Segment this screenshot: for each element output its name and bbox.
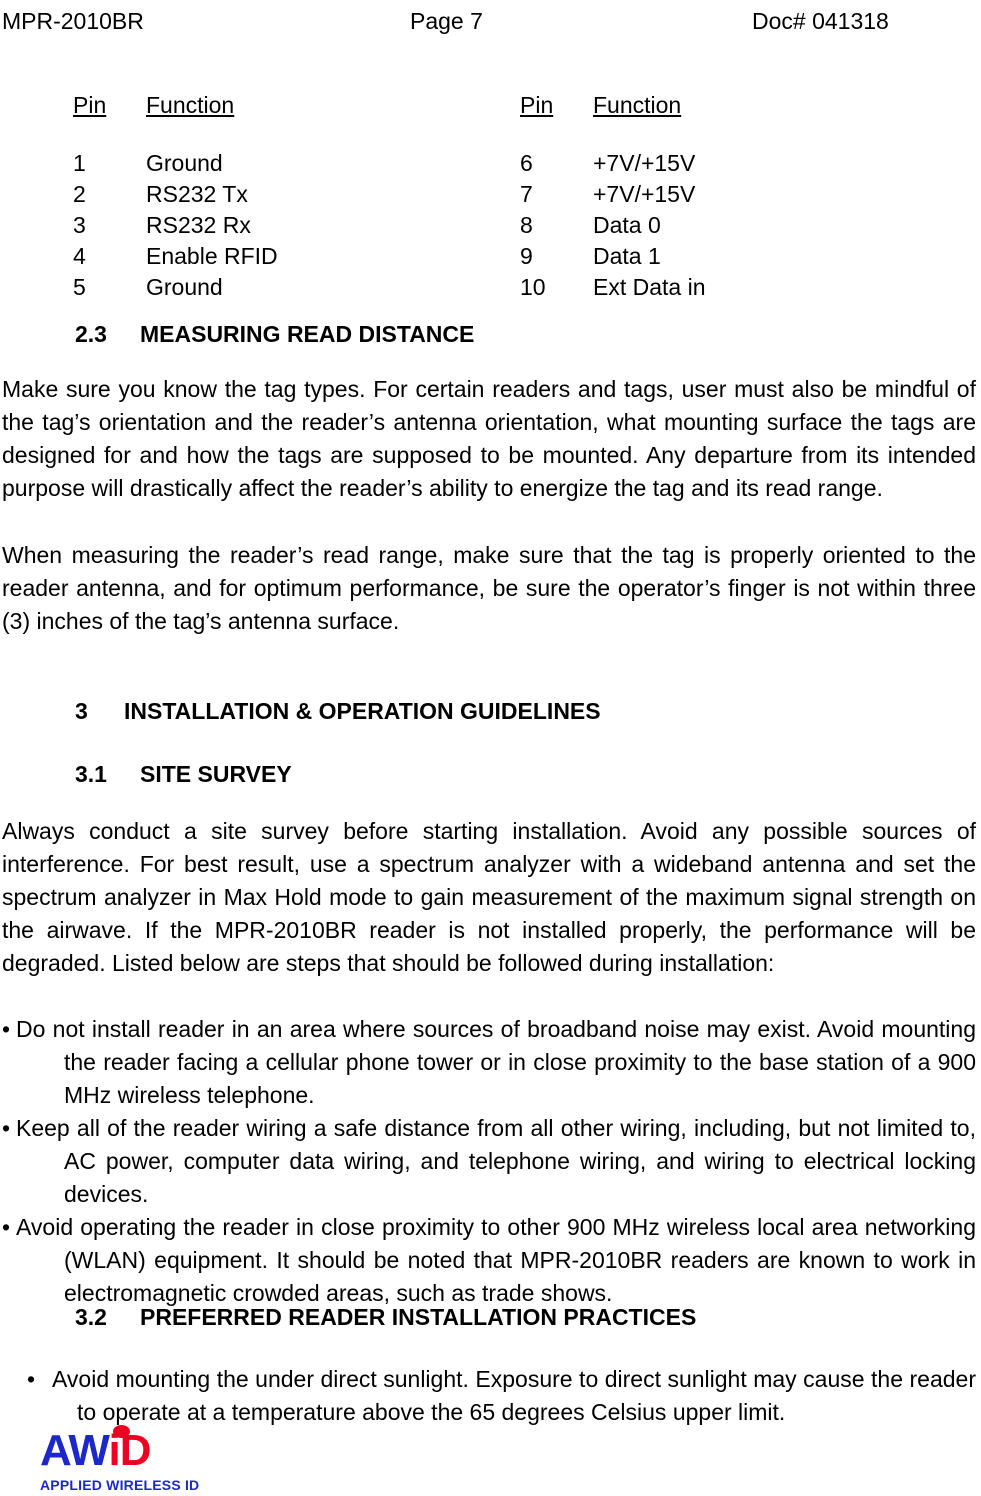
column-header-pin: Pin (520, 92, 554, 118)
section-heading-3: 3 INSTALLATION & OPERATION GUIDELINES (75, 697, 601, 725)
section-heading-2-3: 2.3 MEASURING READ DISTANCE (75, 320, 474, 348)
pin-number: 1 (73, 150, 86, 176)
document-page: MPR-2010BR Page 7 Doc# 041318 Pin Functi… (0, 0, 981, 1496)
pin-function: RS232 Rx (146, 212, 251, 238)
pin-function: RS232 Tx (146, 181, 248, 207)
pin-function: Ground (146, 150, 223, 176)
logo-dot-icon (113, 1425, 130, 1438)
logo-wordmark: AWiD (40, 1425, 200, 1475)
list-item: • Avoid operating the reader in close pro… (2, 1211, 976, 1310)
paragraph-site-survey: Always conduct a site survey before star… (2, 818, 976, 976)
pin-function: Ext Data in (593, 274, 706, 300)
column-header-function: Function (146, 92, 235, 118)
bullet-icon: • (27, 1366, 36, 1392)
list-item: • Avoid mounting the under direct sunligh… (2, 1363, 976, 1429)
column-header-pin: Pin (73, 92, 107, 118)
pin-number: 9 (520, 243, 533, 269)
awid-logo: AWiD APPLIED WIRELESS ID (40, 1425, 200, 1493)
column-header-function: Function (593, 92, 682, 118)
logo-tagline: APPLIED WIRELESS ID (40, 1477, 200, 1493)
section-title: PREFERRED READER INSTALLATION PRACTICES (140, 1304, 697, 1330)
section-heading-3-1: 3.1 SITE SURVEY (75, 760, 292, 788)
section-number: 3.1 (75, 761, 107, 787)
bullet-icon: • (2, 1016, 11, 1042)
section-number: 2.3 (75, 321, 107, 347)
page-header: MPR-2010BR Page 7 Doc# 041318 (0, 6, 981, 36)
pin-function: Data 0 (593, 212, 661, 238)
pin-number: 5 (73, 274, 86, 300)
pin-number: 10 (520, 274, 546, 300)
pin-function: Ground (146, 274, 223, 300)
pin-function: Enable RFID (146, 243, 278, 269)
section-title: SITE SURVEY (140, 761, 292, 787)
logo-text-aw: AW (40, 1426, 109, 1475)
pin-number: 4 (73, 243, 86, 269)
list-item: • Do not install reader in an area where … (2, 1013, 976, 1112)
bullet-icon: • (2, 1115, 11, 1141)
header-doc-number: Doc# 041318 (752, 8, 889, 34)
paragraph-measuring-read-distance-2: When measuring the reader’s read range, … (2, 542, 976, 634)
section-number: 3 (75, 698, 88, 724)
pin-function: +7V/+15V (593, 181, 696, 207)
list-item-text: Avoid operating the reader in close prox… (16, 1214, 976, 1306)
section-title: INSTALLATION & OPERATION GUIDELINES (124, 698, 601, 724)
pin-number: 2 (73, 181, 86, 207)
paragraph-measuring-read-distance-1: Make sure you know the tag types. For ce… (2, 376, 976, 501)
list-item-text: Avoid mounting the under direct sunlight… (52, 1366, 976, 1425)
pin-number: 6 (520, 150, 533, 176)
pin-number: 7 (520, 181, 533, 207)
list-item: • Keep all of the reader wiring a safe di… (2, 1112, 976, 1211)
header-model: MPR-2010BR (2, 8, 144, 34)
pin-number: 3 (73, 212, 86, 238)
pin-function: Data 1 (593, 243, 661, 269)
section-heading-3-2: 3.2 PREFERRED READER INSTALLATION PRACTIC… (75, 1303, 696, 1331)
section-number: 3.2 (75, 1304, 107, 1330)
list-item-text: Keep all of the reader wiring a safe dis… (16, 1115, 976, 1207)
bullet-icon: • (2, 1214, 11, 1240)
section-title: MEASURING READ DISTANCE (140, 321, 475, 347)
header-page-number: Page 7 (410, 8, 483, 34)
list-item-text: Do not install reader in an area where s… (16, 1016, 976, 1108)
pin-number: 8 (520, 212, 533, 238)
pin-function: +7V/+15V (593, 150, 696, 176)
